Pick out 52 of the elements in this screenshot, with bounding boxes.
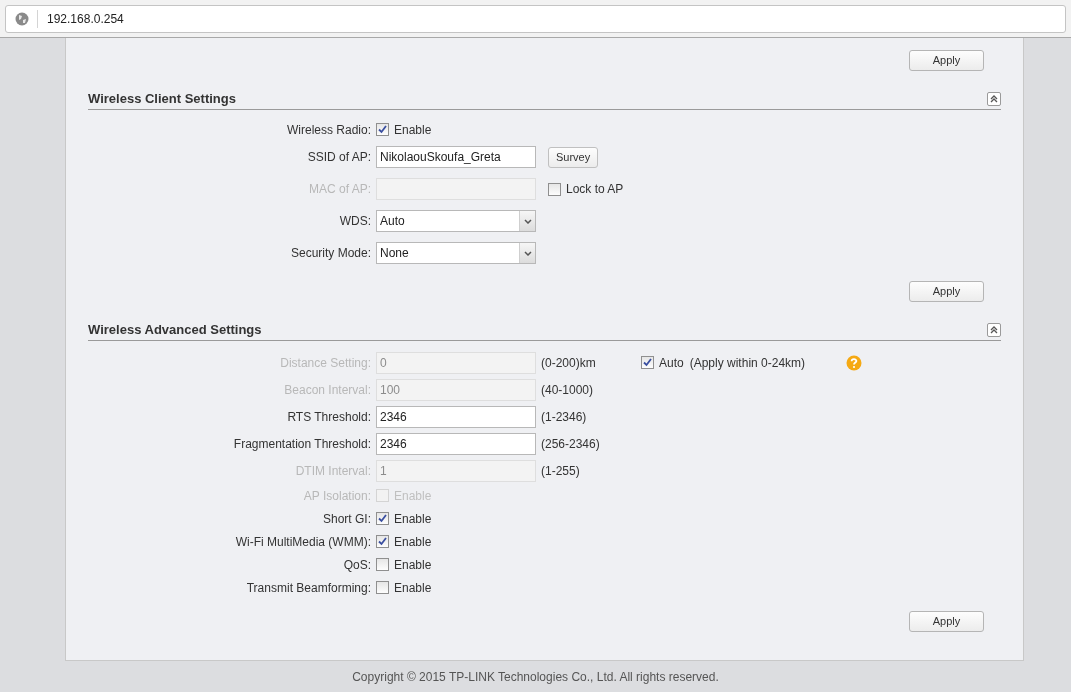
- checkbox-label: Enable: [394, 579, 432, 597]
- checkbox-label: Enable: [394, 533, 432, 551]
- field-label: RTS Threshold:: [286, 408, 372, 426]
- collapse-icon[interactable]: [987, 91, 1001, 106]
- checkbox-label: Enable: [394, 121, 432, 139]
- field-label: Short GI:: [321, 510, 372, 528]
- range-hint: (1-2346): [541, 408, 588, 426]
- section-title: Wireless Client Settings: [88, 89, 236, 108]
- field-label: Wireless Radio:: [285, 121, 372, 139]
- text-field[interactable]: 2346: [376, 432, 536, 455]
- field-label: Security Mode:: [289, 245, 372, 262]
- checkbox-label: Lock to AP: [566, 181, 624, 198]
- section-title: Wireless Advanced Settings: [88, 320, 262, 339]
- range-hint: (1-255): [541, 462, 581, 480]
- range-hint: (256-2346): [541, 435, 601, 453]
- field-label: MAC of AP:: [307, 181, 372, 198]
- copyright-text: Copyright © 2015 TP-LINK Technologies Co., Ltd. All rights reserved.: [352, 668, 719, 686]
- survey-button[interactable]: Survey: [548, 146, 599, 168]
- field-label: Fragmentation Threshold:: [232, 435, 372, 453]
- address-bar[interactable]: 192.168.0.254: [5, 4, 1066, 33]
- chevron-down-icon: [519, 243, 535, 263]
- text-field[interactable]: 2346: [376, 405, 536, 428]
- field-label: Beacon Interval:: [283, 381, 372, 399]
- apply-button[interactable]: Apply: [909, 50, 984, 71]
- dropdown[interactable]: None: [376, 242, 536, 264]
- note-text: (Apply within 0-24km): [689, 354, 806, 372]
- globe-icon: [15, 11, 29, 26]
- checkbox-label: Auto: [659, 354, 684, 372]
- range-hint: (40-1000): [541, 381, 595, 399]
- apply-button[interactable]: Apply: [909, 611, 984, 632]
- checkbox[interactable]: [376, 581, 389, 594]
- checkbox[interactable]: [376, 123, 389, 136]
- collapse-icon[interactable]: [987, 322, 1001, 337]
- apply-button[interactable]: Apply: [909, 281, 984, 302]
- field-label: Wi-Fi MultiMedia (WMM):: [234, 533, 372, 551]
- field-label: Distance Setting:: [279, 354, 372, 372]
- field-label: AP Isolation:: [302, 487, 372, 505]
- field-label: SSID of AP:: [306, 149, 372, 166]
- field-label: WDS:: [338, 213, 372, 230]
- chevron-down-icon: [519, 211, 535, 231]
- url-text: 192.168.0.254: [47, 10, 124, 28]
- text-field[interactable]: NikolaouSkoufa_Greta: [376, 146, 536, 168]
- checkbox-label: Enable: [394, 510, 432, 528]
- checkbox-label: Enable: [394, 556, 432, 574]
- dropdown[interactable]: Auto: [376, 210, 536, 232]
- checkbox[interactable]: [376, 535, 389, 548]
- field-label: DTIM Interval:: [294, 462, 372, 480]
- field-label: QoS:: [342, 556, 372, 574]
- checkbox[interactable]: [376, 512, 389, 525]
- range-hint: (0-200)km: [541, 354, 597, 372]
- checkbox[interactable]: [376, 558, 389, 571]
- field-label: Transmit Beamforming:: [245, 579, 372, 597]
